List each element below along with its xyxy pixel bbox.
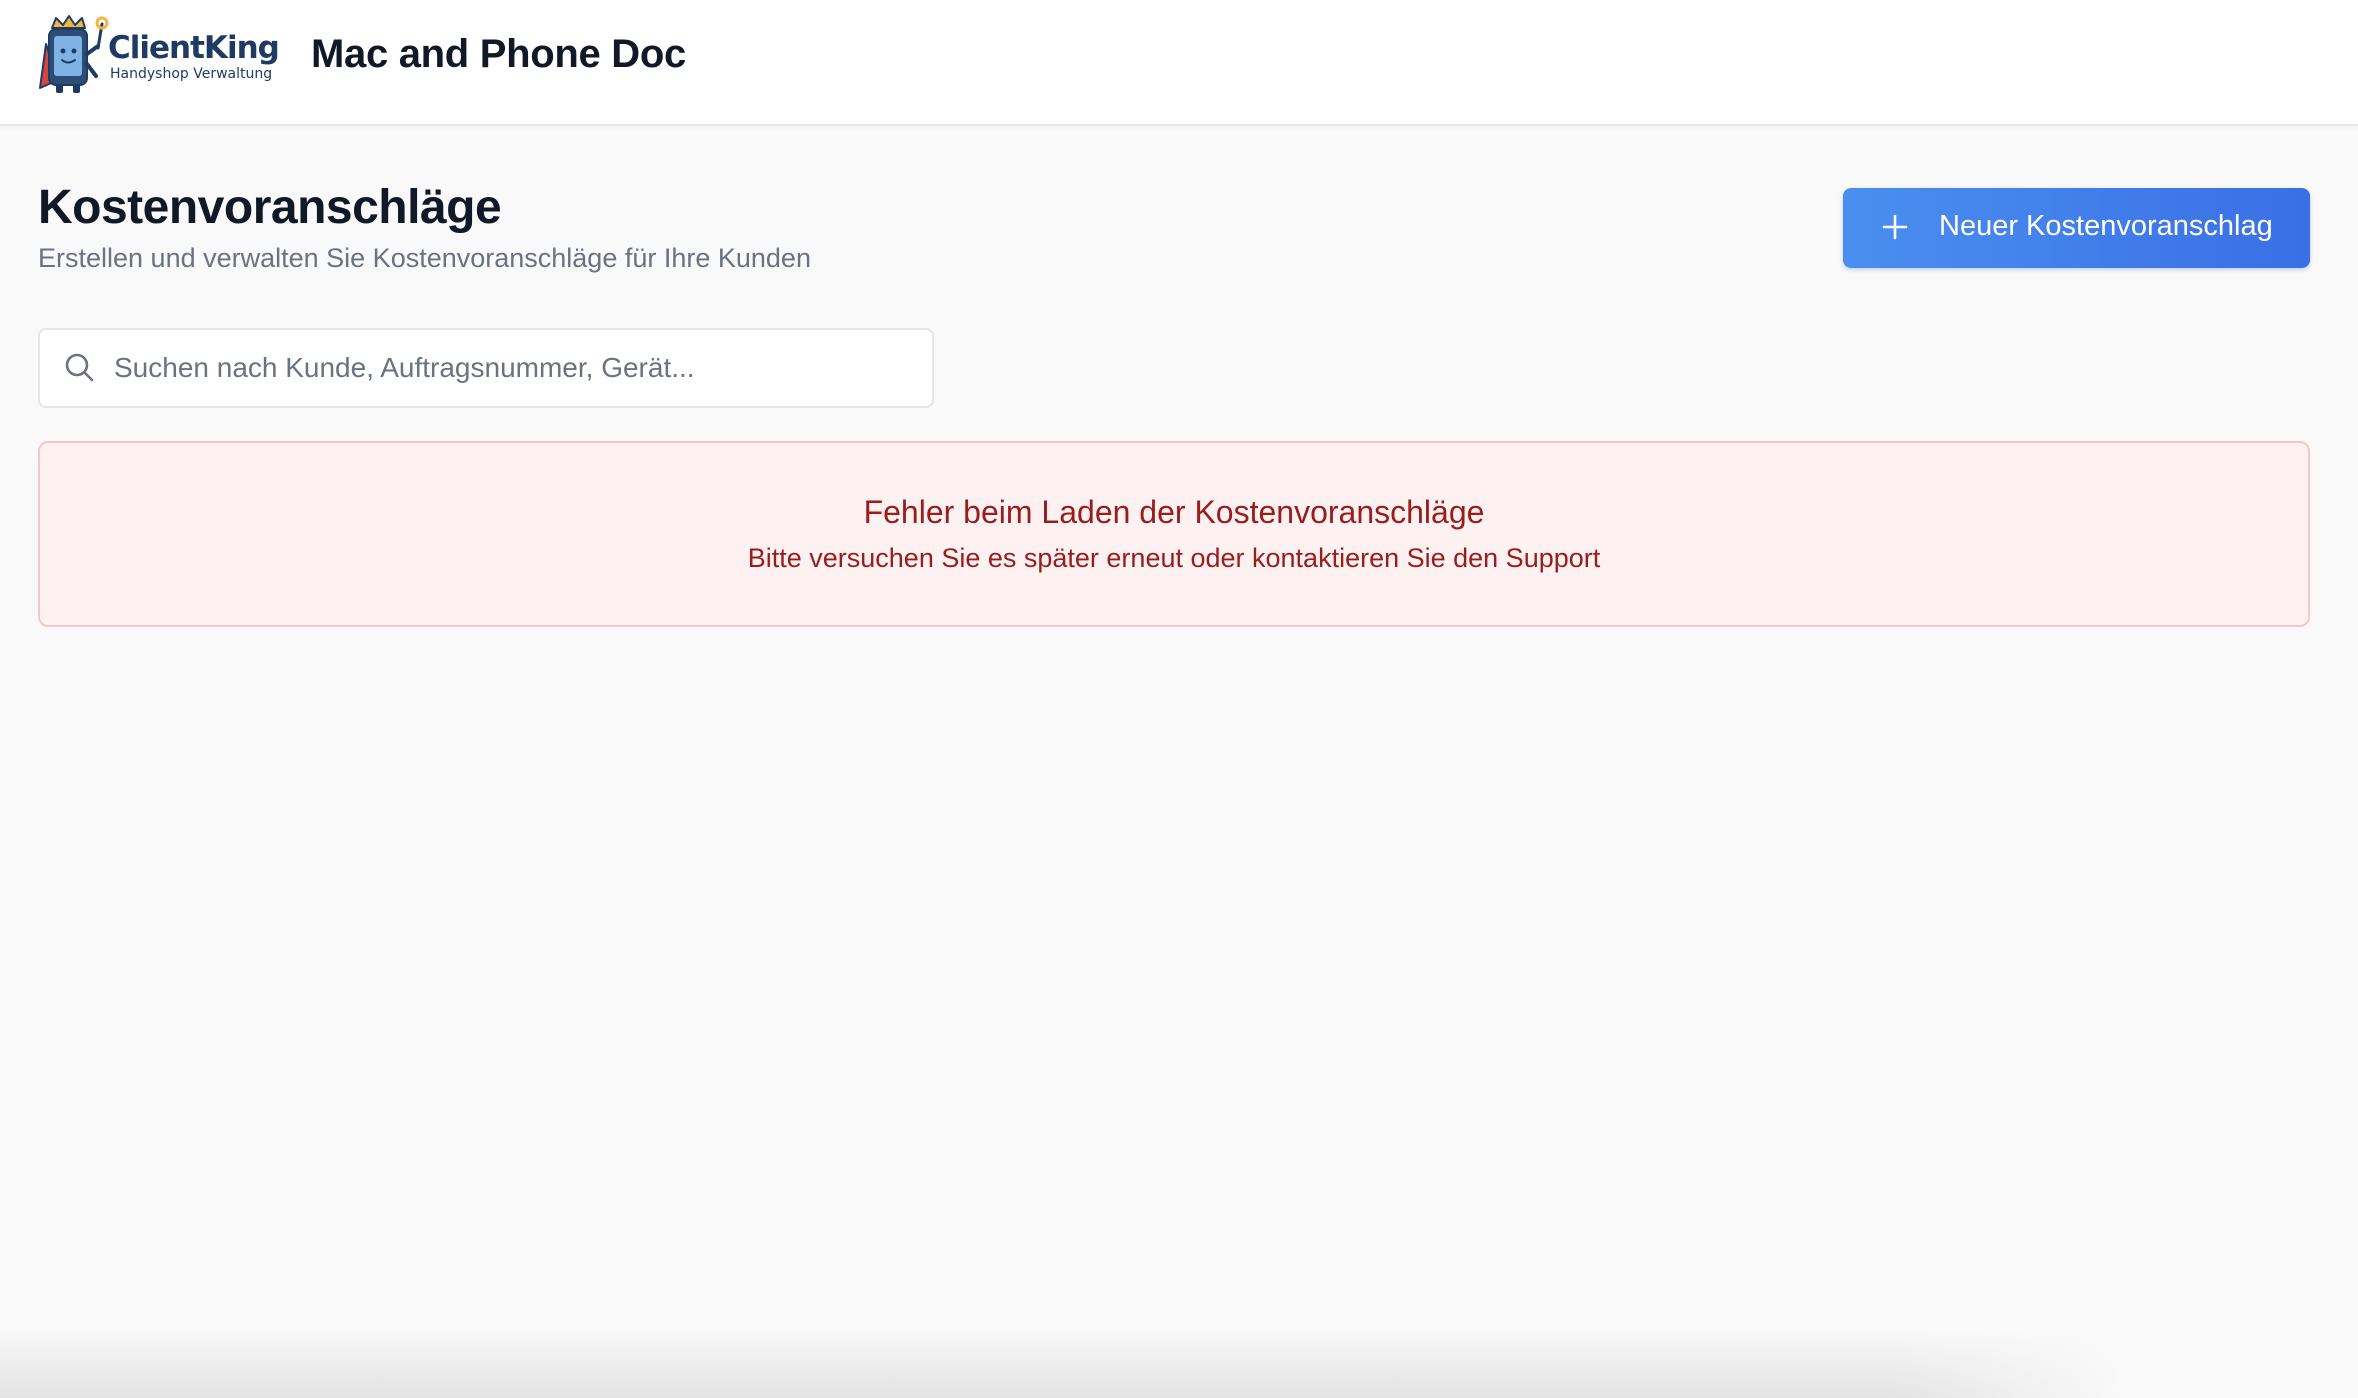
page-title: Kostenvoranschläge: [38, 181, 502, 234]
window-edge-shadow: [0, 1330, 2358, 1398]
error-title: Fehler beim Laden der Kostenvoranschläge: [863, 494, 1485, 530]
error-panel: Fehler beim Laden der Kostenvoranschläge…: [38, 441, 2310, 627]
shop-name: Mac and Phone Doc: [311, 32, 686, 76]
new-estimate-button-label: Neuer Kostenvoranschlag: [1939, 210, 2273, 242]
search-input[interactable]: [112, 338, 912, 398]
new-estimate-button[interactable]: Neuer Kostenvoranschlag: [1843, 188, 2310, 268]
clientking-logo[interactable]: ClientKing Handyshop Verwaltung: [36, 14, 280, 94]
search-icon: [65, 353, 94, 382]
logo-name: ClientKing: [108, 30, 280, 66]
page-subtitle: Erstellen und verwalten Sie Kostenvorans…: [38, 243, 811, 273]
plus-icon: [1882, 214, 1908, 240]
top-bar: ClientKing Handyshop Verwaltung Mac and …: [0, 0, 2358, 126]
error-message: Bitte versuchen Sie es später erneut ode…: [747, 543, 1601, 573]
search-box[interactable]: [38, 328, 934, 408]
logo-tagline: Handyshop Verwaltung: [110, 66, 273, 82]
clientking-mascot-icon: [39, 15, 109, 93]
